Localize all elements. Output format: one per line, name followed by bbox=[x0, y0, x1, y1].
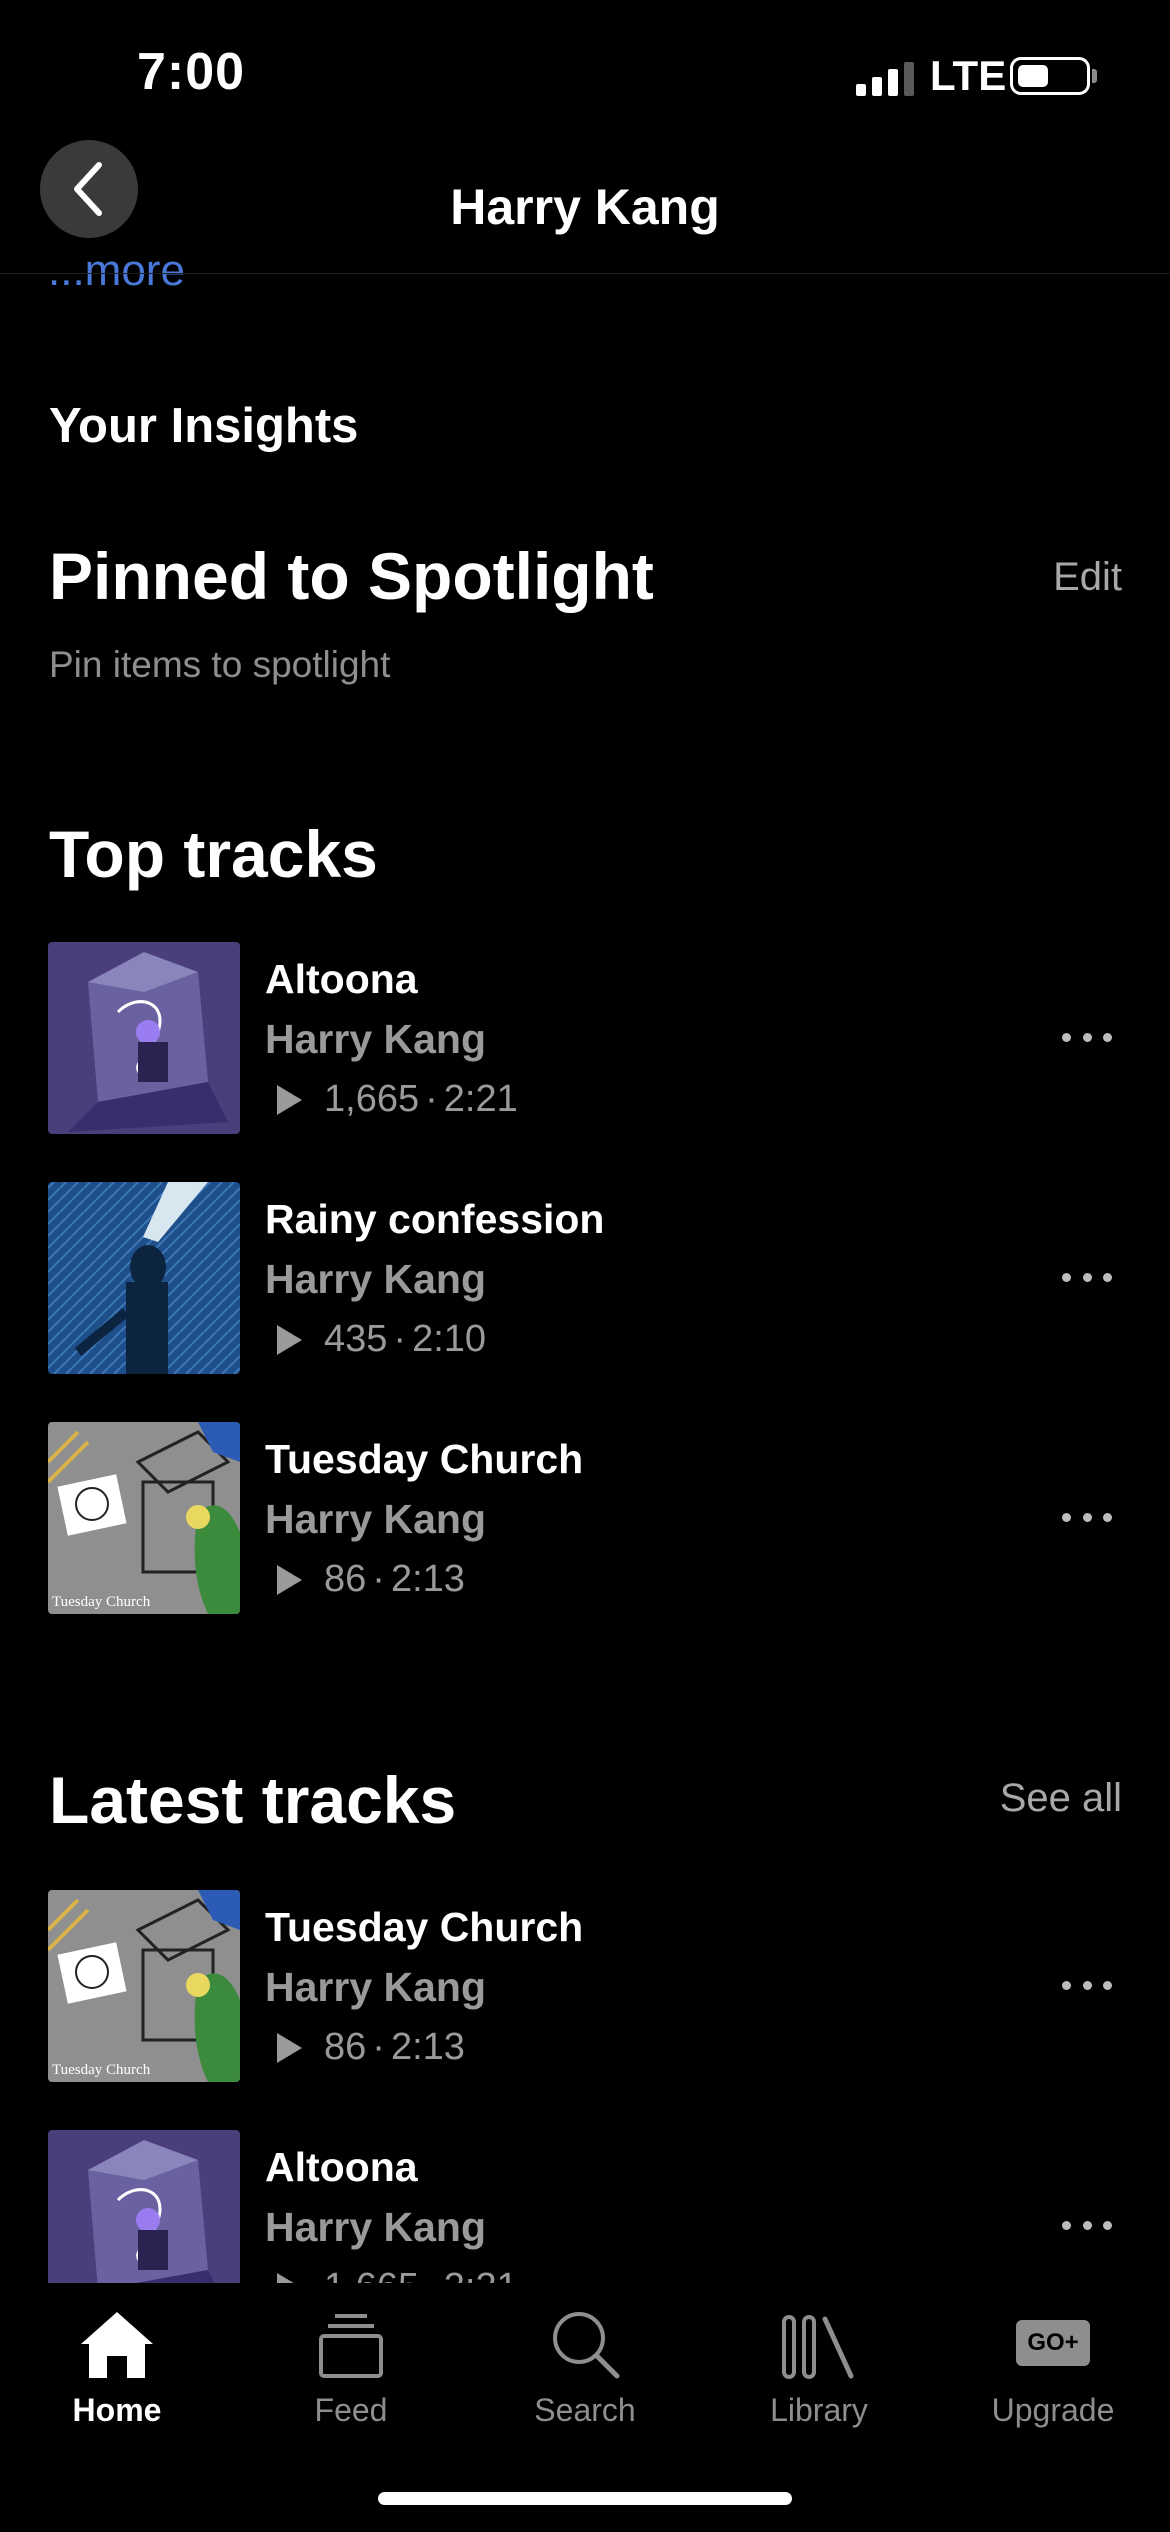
track-artist: Harry Kang bbox=[265, 1496, 487, 1542]
play-count-icon bbox=[277, 1324, 302, 1355]
play-count-icon bbox=[277, 1084, 302, 1115]
track-row[interactable]: Tuesday Church Tuesday Church Harry Kang… bbox=[48, 1890, 1122, 2084]
meta-separator: · bbox=[425, 1078, 438, 1120]
more-options-icon[interactable] bbox=[1062, 1262, 1112, 1292]
go-plus-badge: GO+ bbox=[1027, 2329, 1079, 2356]
track-title: Tuesday Church bbox=[265, 1904, 584, 1950]
cellular-signal-icon bbox=[856, 62, 914, 96]
status-time: 7:00 bbox=[137, 43, 246, 101]
track-title: Altoona bbox=[265, 956, 418, 1002]
page-title: Harry Kang bbox=[450, 179, 720, 235]
artwork-caption: Tuesday Church bbox=[52, 2062, 151, 2078]
artwork-room bbox=[48, 2130, 240, 2283]
play-count: 86 bbox=[324, 1558, 367, 1600]
feed-icon bbox=[319, 2314, 383, 2378]
play-count: 435 bbox=[324, 1318, 388, 1360]
spotlight-title: Pinned to Spotlight bbox=[49, 539, 654, 613]
meta-separator: · bbox=[372, 2026, 385, 2068]
track-artist: Harry Kang bbox=[265, 1256, 487, 1302]
track-duration: 2:21 bbox=[443, 1078, 518, 1120]
insights-title[interactable]: Your Insights bbox=[49, 398, 358, 454]
play-count-icon bbox=[277, 2032, 302, 2063]
battery-icon bbox=[1010, 57, 1090, 95]
track-artist: Harry Kang bbox=[265, 2204, 487, 2250]
track-meta: 86 · 2:13 bbox=[265, 1558, 465, 1601]
library-icon bbox=[782, 2315, 854, 2379]
play-count: 86 bbox=[324, 2026, 367, 2068]
artwork-church: Tuesday Church bbox=[48, 1422, 240, 1614]
track-meta: 435 · 2:10 bbox=[265, 1318, 486, 1361]
play-count: 1,665 bbox=[324, 1078, 420, 1120]
artwork-room bbox=[48, 942, 240, 1134]
home-indicator bbox=[378, 2492, 792, 2505]
battery-tip bbox=[1092, 69, 1097, 83]
track-title: Altoona bbox=[265, 2144, 418, 2190]
spotlight-edit-button[interactable]: Edit bbox=[1053, 555, 1122, 600]
tab-label: Home bbox=[72, 2392, 162, 2428]
track-title: Rainy confession bbox=[265, 1196, 605, 1242]
tab-home[interactable]: Home bbox=[0, 2290, 234, 2430]
meta-separator: · bbox=[372, 1558, 385, 1600]
artwork-rain bbox=[48, 1182, 240, 1374]
play-count: 1,665 bbox=[324, 2266, 419, 2283]
tab-library[interactable]: Library bbox=[702, 2290, 936, 2430]
more-options-icon[interactable] bbox=[1062, 1970, 1112, 2000]
track-meta: 1,665 · 2:21 bbox=[265, 2266, 518, 2283]
header-divider bbox=[0, 273, 1170, 274]
go-plus-icon: GO+ bbox=[1016, 2320, 1090, 2366]
scroll-content[interactable]: ...more Your Insights Pinned to Spotligh… bbox=[0, 0, 1170, 2283]
tab-label: Library bbox=[770, 2392, 868, 2428]
see-all-button[interactable]: See all bbox=[1000, 1776, 1122, 1821]
play-count-icon bbox=[277, 2272, 302, 2283]
tab-label: Feed bbox=[314, 2392, 388, 2428]
track-artist: Harry Kang bbox=[265, 1964, 487, 2010]
track-duration: 2:21 bbox=[444, 2266, 518, 2283]
more-options-icon[interactable] bbox=[1062, 1502, 1112, 1532]
track-row[interactable]: Tuesday Church Tuesday Church Harry Kang… bbox=[48, 1422, 1122, 1616]
meta-separator: · bbox=[393, 1318, 407, 1360]
search-icon bbox=[553, 2312, 620, 2379]
tab-label: Upgrade bbox=[991, 2392, 1115, 2428]
track-row[interactable]: Altoona Harry Kang 1,665·2:21 bbox=[48, 942, 1122, 1136]
more-options-icon[interactable] bbox=[1062, 1022, 1112, 1052]
tab-search[interactable]: Search bbox=[468, 2290, 702, 2430]
tab-feed[interactable]: Feed bbox=[234, 2290, 468, 2430]
track-title: Tuesday Church bbox=[265, 1436, 584, 1482]
track-duration: 2:13 bbox=[390, 2026, 465, 2068]
spotlight-empty-text: Pin items to spotlight bbox=[49, 644, 391, 685]
track-row[interactable]: Rainy confession Harry Kang 435 · 2:10 bbox=[48, 1182, 1122, 1376]
artwork-caption: Tuesday Church bbox=[52, 1594, 151, 1610]
home-icon bbox=[81, 2312, 153, 2378]
more-options-icon[interactable] bbox=[1062, 2210, 1112, 2240]
tab-label: Search bbox=[534, 2392, 636, 2428]
tab-upgrade[interactable]: GO+ Upgrade bbox=[936, 2290, 1170, 2430]
bio-more-link[interactable]: ...more bbox=[48, 244, 185, 288]
top-tracks-title: Top tracks bbox=[49, 817, 378, 891]
track-duration: 2:10 bbox=[412, 1318, 487, 1360]
latest-tracks-title: Latest tracks bbox=[49, 1763, 457, 1837]
artwork-church: Tuesday Church bbox=[48, 1890, 240, 2082]
track-duration: 2:13 bbox=[390, 1558, 465, 1600]
track-artist: Harry Kang bbox=[265, 1016, 487, 1062]
network-type: LTE bbox=[930, 52, 1007, 99]
track-meta: 1,665·2:21 bbox=[265, 1078, 518, 1121]
track-row[interactable]: Altoona Harry Kang 1,665 · 2:21 bbox=[48, 2130, 1122, 2283]
play-count-icon bbox=[277, 1564, 302, 1595]
meta-separator: · bbox=[425, 2266, 438, 2283]
track-meta: 86 · 2:13 bbox=[265, 2026, 465, 2069]
